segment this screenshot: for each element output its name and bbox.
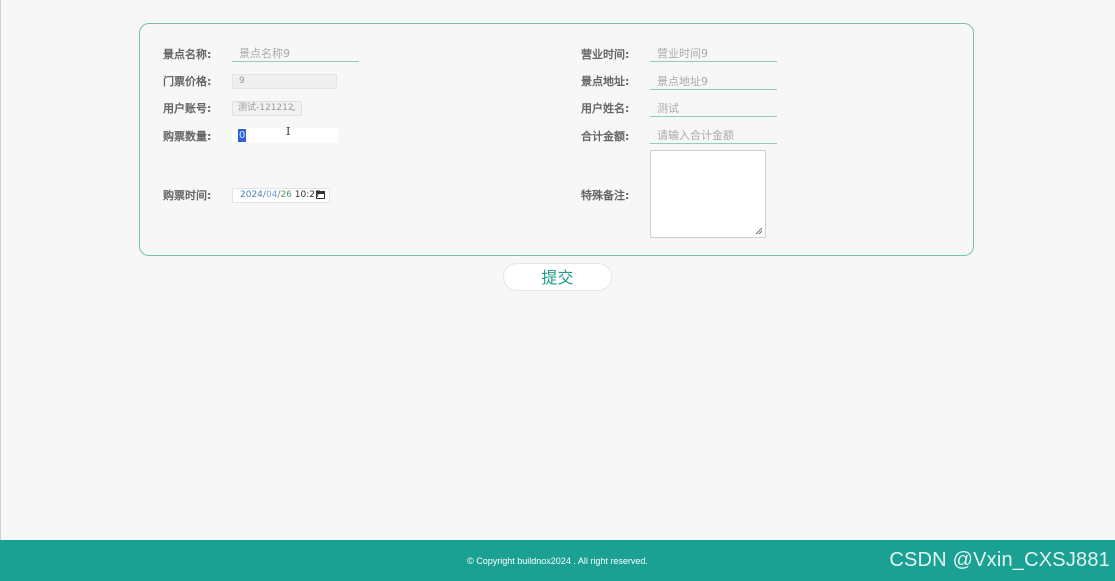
business-hours-label: 营业时间: bbox=[581, 48, 630, 61]
user-name-label: 用户姓名: bbox=[581, 102, 630, 115]
ticket-quantity-input[interactable]: 0 bbox=[232, 128, 338, 143]
spot-address-label: 景点地址: bbox=[581, 75, 630, 88]
total-amount-label: 合计金额: bbox=[581, 130, 630, 143]
ticket-price-label: 门票价格: bbox=[163, 75, 212, 88]
spot-address-input[interactable] bbox=[650, 74, 777, 90]
user-account-select[interactable]: 测试-121212 ⌄ bbox=[232, 101, 302, 116]
date-year: 2024 bbox=[240, 190, 263, 200]
site-footer: © Copyright buildnox2024 . All right res… bbox=[0, 540, 1115, 581]
resize-handle-icon[interactable] bbox=[756, 228, 762, 234]
purchase-time-label: 购票时间: bbox=[163, 189, 212, 202]
text-cursor-icon: I bbox=[286, 125, 291, 138]
business-hours-input[interactable] bbox=[650, 46, 777, 62]
chevron-down-icon: ⌄ bbox=[290, 104, 297, 113]
date-month: 04 bbox=[265, 190, 278, 200]
date-day: 26 bbox=[280, 190, 292, 200]
ticket-price-field: 9 bbox=[232, 74, 337, 89]
spot-name-input[interactable] bbox=[232, 46, 359, 62]
page-left-border bbox=[0, 0, 1, 540]
user-account-label: 用户账号: bbox=[163, 102, 212, 115]
spot-name-label: 景点名称: bbox=[163, 48, 212, 61]
ticket-quantity-label: 购票数量: bbox=[163, 130, 212, 143]
purchase-time-input[interactable]: 2024/04/26 10:27 bbox=[232, 188, 330, 203]
calendar-icon[interactable] bbox=[316, 191, 325, 199]
total-amount-input[interactable] bbox=[650, 128, 777, 144]
user-name-input[interactable] bbox=[650, 101, 777, 117]
remarks-label: 特殊备注: bbox=[581, 189, 630, 202]
submit-button[interactable]: 提交 bbox=[503, 263, 612, 291]
remarks-textarea[interactable] bbox=[650, 150, 766, 238]
ticket-order-form: 景点名称: 门票价格: 9 用户账号: 测试-121212 ⌄ 购票数量: 0 … bbox=[139, 23, 974, 256]
user-account-selected-value: 测试-121212 bbox=[238, 103, 294, 113]
csdn-watermark: CSDN @Vxin_CXSJ881 bbox=[889, 549, 1110, 571]
ticket-quantity-selected-text: 0 bbox=[238, 129, 247, 142]
